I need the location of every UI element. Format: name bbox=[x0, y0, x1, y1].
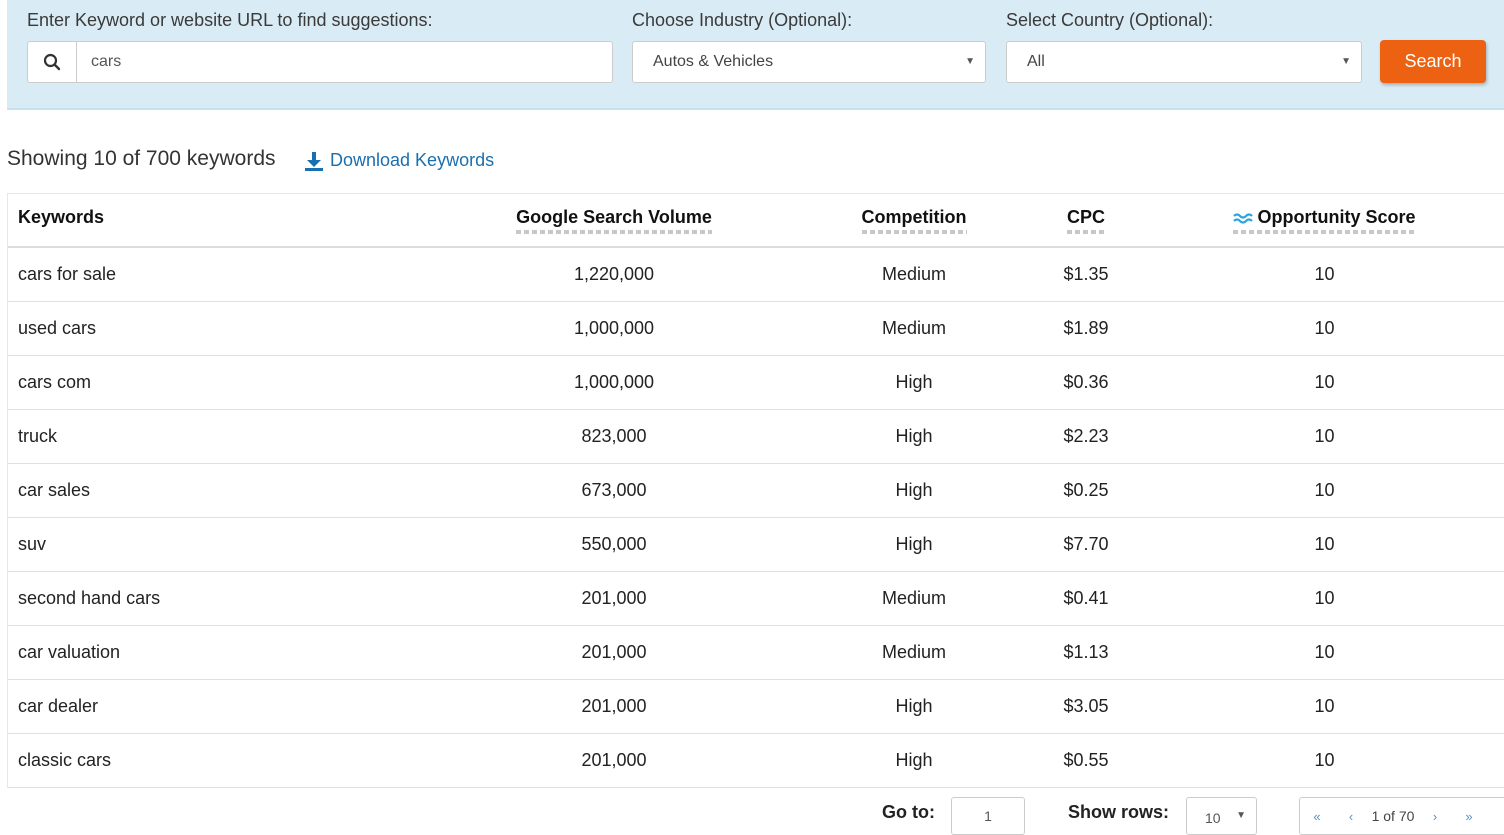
download-keywords-link[interactable]: Download Keywords bbox=[304, 150, 494, 171]
search-panel: Enter Keyword or website URL to find sug… bbox=[7, 0, 1504, 110]
pagination-control: « ‹ 1 of 70 › » bbox=[1299, 797, 1504, 835]
table-row: cars com 1,000,000 High $0.36 10 bbox=[8, 355, 1504, 410]
opportunity-score-cell: 10 bbox=[1144, 625, 1504, 680]
volume-cell: 673,000 bbox=[428, 463, 800, 518]
cpc-cell: $1.35 bbox=[1028, 247, 1144, 302]
search-icon bbox=[27, 41, 76, 83]
opportunity-score-cell: 10 bbox=[1144, 409, 1504, 464]
volume-cell: 1,000,000 bbox=[428, 301, 800, 356]
cpc-cell: $7.70 bbox=[1028, 517, 1144, 572]
volume-cell: 1,000,000 bbox=[428, 355, 800, 410]
keywords-table: Keywords Google Search Volume Competitio… bbox=[7, 193, 1504, 788]
cpc-cell: $1.13 bbox=[1028, 625, 1144, 680]
industry-select[interactable]: Autos & Vehicles ▼ bbox=[632, 41, 986, 83]
competition-cell: Medium bbox=[800, 571, 1028, 626]
volume-cell: 201,000 bbox=[428, 625, 800, 680]
country-select-value: All bbox=[1027, 53, 1045, 70]
competition-cell: Medium bbox=[800, 247, 1028, 302]
column-header-keywords[interactable]: Keywords bbox=[8, 194, 428, 248]
column-header-volume[interactable]: Google Search Volume bbox=[428, 194, 800, 248]
caret-down-icon: ▼ bbox=[965, 56, 975, 67]
industry-select-value: Autos & Vehicles bbox=[653, 53, 774, 70]
competition-cell: High bbox=[800, 679, 1028, 734]
column-header-competition[interactable]: Competition bbox=[800, 194, 1028, 248]
table-row: car valuation 201,000 Medium $1.13 10 bbox=[8, 625, 1504, 680]
opportunity-score-cell: 10 bbox=[1144, 247, 1504, 302]
download-icon bbox=[305, 151, 323, 171]
cpc-cell: $1.89 bbox=[1028, 301, 1144, 356]
keyword-input-group bbox=[27, 41, 613, 83]
competition-cell: High bbox=[800, 733, 1028, 788]
wave-icon bbox=[1233, 213, 1254, 224]
cpc-cell: $0.36 bbox=[1028, 355, 1144, 410]
table-row: suv 550,000 High $7.70 10 bbox=[8, 517, 1504, 572]
opportunity-score-cell: 10 bbox=[1144, 301, 1504, 356]
competition-cell: Medium bbox=[800, 625, 1028, 680]
competition-cell: High bbox=[800, 409, 1028, 464]
table-row: classic cars 201,000 High $0.55 10 bbox=[8, 733, 1504, 788]
table-row: truck 823,000 High $2.23 10 bbox=[8, 409, 1504, 464]
industry-label: Choose Industry (Optional): bbox=[632, 10, 853, 30]
goto-label: Go to: bbox=[882, 802, 935, 822]
search-button[interactable]: Search bbox=[1380, 40, 1486, 83]
opportunity-score-cell: 10 bbox=[1144, 679, 1504, 734]
cpc-cell: $2.23 bbox=[1028, 409, 1144, 464]
column-header-cpc[interactable]: CPC bbox=[1028, 194, 1144, 248]
cpc-cell: $0.41 bbox=[1028, 571, 1144, 626]
competition-cell: High bbox=[800, 463, 1028, 518]
volume-cell: 1,220,000 bbox=[428, 247, 800, 302]
keyword-cell[interactable]: car sales bbox=[8, 463, 428, 518]
show-rows-label: Show rows: bbox=[1068, 802, 1170, 822]
first-page-button[interactable]: « bbox=[1300, 809, 1334, 824]
opportunity-score-cell: 10 bbox=[1144, 463, 1504, 518]
keyword-cell[interactable]: truck bbox=[8, 409, 428, 464]
opportunity-score-cell: 10 bbox=[1144, 517, 1504, 572]
keyword-cell[interactable]: second hand cars bbox=[8, 571, 428, 626]
caret-down-icon: ▼ bbox=[1236, 810, 1246, 821]
page-status: 1 of 70 bbox=[1371, 808, 1415, 824]
table-row: used cars 1,000,000 Medium $1.89 10 bbox=[8, 301, 1504, 356]
download-label: Download Keywords bbox=[330, 150, 495, 170]
keyword-cell[interactable]: cars com bbox=[8, 355, 428, 410]
keyword-cell[interactable]: classic cars bbox=[8, 733, 428, 788]
competition-cell: High bbox=[800, 355, 1028, 410]
table-row: second hand cars 201,000 Medium $0.41 10 bbox=[8, 571, 1504, 626]
country-label: Select Country (Optional): bbox=[1006, 10, 1214, 30]
caret-down-icon: ▼ bbox=[1341, 56, 1351, 67]
volume-cell: 823,000 bbox=[428, 409, 800, 464]
results-summary: Showing 10 of 700 keywords bbox=[7, 147, 276, 170]
opportunity-score-cell: 10 bbox=[1144, 733, 1504, 788]
table-row: cars for sale 1,220,000 Medium $1.35 10 bbox=[8, 247, 1504, 302]
table-row: car sales 673,000 High $0.25 10 bbox=[8, 463, 1504, 518]
cpc-cell: $0.55 bbox=[1028, 733, 1144, 788]
prev-page-button[interactable]: ‹ bbox=[1334, 809, 1368, 824]
next-page-button[interactable]: › bbox=[1418, 809, 1452, 824]
opportunity-score-cell: 10 bbox=[1144, 355, 1504, 410]
show-rows-value: 10 bbox=[1205, 810, 1221, 826]
keyword-cell[interactable]: used cars bbox=[8, 301, 428, 356]
country-select[interactable]: All ▼ bbox=[1006, 41, 1362, 83]
opportunity-score-cell: 10 bbox=[1144, 571, 1504, 626]
competition-cell: High bbox=[800, 517, 1028, 572]
keyword-input[interactable] bbox=[76, 41, 613, 83]
column-header-opportunity[interactable]: Opportunity Score bbox=[1144, 194, 1504, 248]
show-rows-select[interactable]: 10 ▼ bbox=[1186, 797, 1257, 835]
cpc-cell: $3.05 bbox=[1028, 679, 1144, 734]
table-header-row: Keywords Google Search Volume Competitio… bbox=[8, 194, 1504, 248]
cpc-cell: $0.25 bbox=[1028, 463, 1144, 518]
volume-cell: 201,000 bbox=[428, 571, 800, 626]
keyword-cell[interactable]: suv bbox=[8, 517, 428, 572]
volume-cell: 201,000 bbox=[428, 733, 800, 788]
goto-page-input[interactable] bbox=[951, 797, 1025, 835]
volume-cell: 201,000 bbox=[428, 679, 800, 734]
keyword-cell[interactable]: car valuation bbox=[8, 625, 428, 680]
keyword-label: Enter Keyword or website URL to find sug… bbox=[27, 10, 433, 30]
volume-cell: 550,000 bbox=[428, 517, 800, 572]
keyword-cell[interactable]: car dealer bbox=[8, 679, 428, 734]
competition-cell: Medium bbox=[800, 301, 1028, 356]
last-page-button[interactable]: » bbox=[1452, 809, 1486, 824]
keyword-cell[interactable]: cars for sale bbox=[8, 247, 428, 302]
table-row: car dealer 201,000 High $3.05 10 bbox=[8, 679, 1504, 734]
